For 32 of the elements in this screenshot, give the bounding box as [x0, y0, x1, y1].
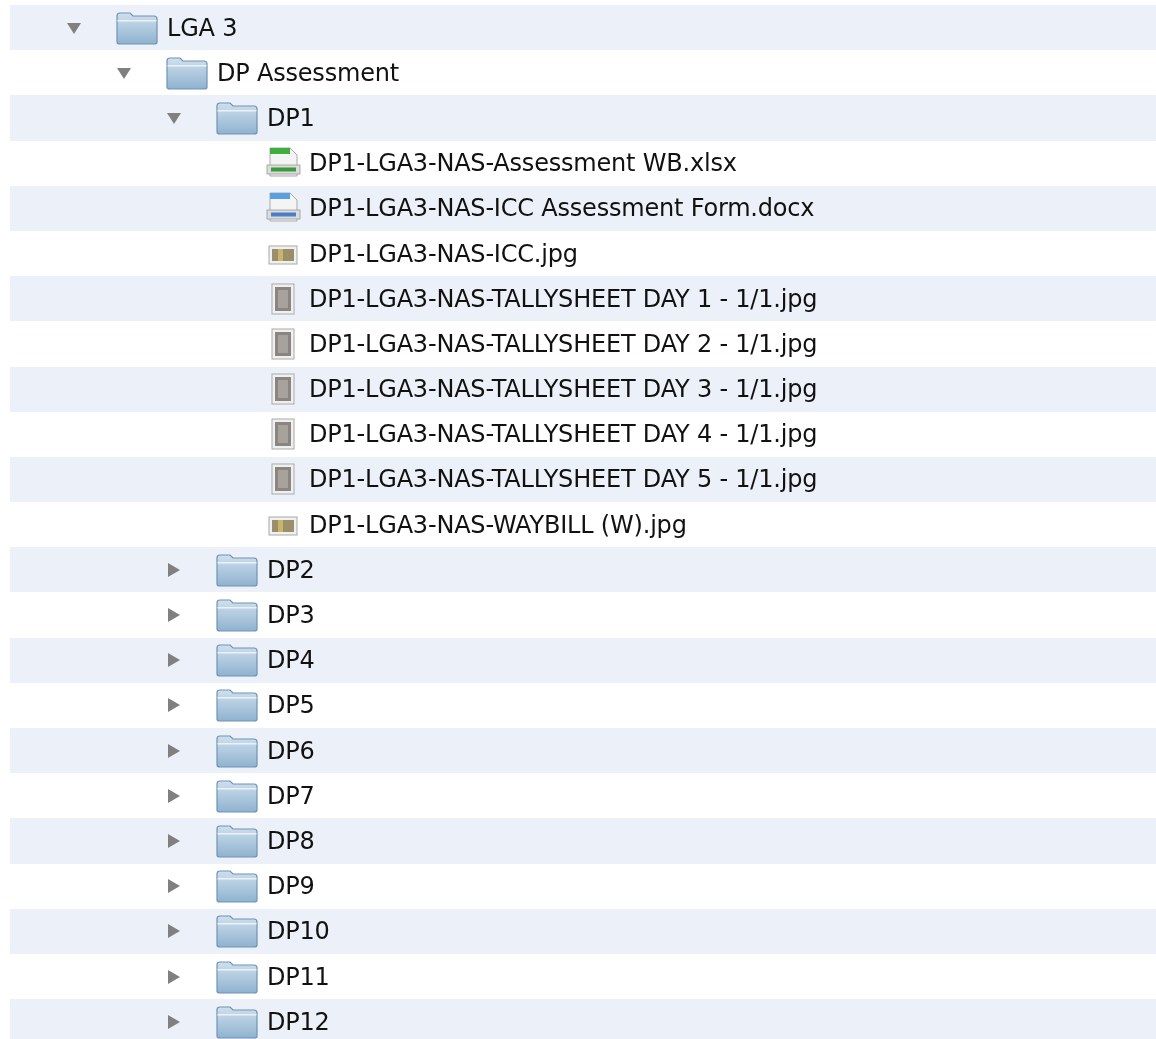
folder-name[interactable]: DP6 [267, 732, 315, 769]
folder-icon [215, 688, 259, 723]
folder-name[interactable]: DP3 [267, 597, 315, 634]
folder-icon [215, 823, 259, 858]
folder-icon [215, 552, 259, 587]
folder-name[interactable]: DP Assessment [217, 54, 399, 91]
file-name[interactable]: DP1-LGA3-NAS-WAYBILL (W).jpg [309, 506, 687, 543]
folder-icon [215, 598, 259, 633]
folder-name[interactable]: DP9 [267, 868, 315, 905]
folder-name[interactable]: DP4 [267, 642, 315, 679]
file-name[interactable]: DP1-LGA3-NAS-ICC.jpg [309, 235, 578, 272]
folder-icon [215, 869, 259, 904]
folder-icon [215, 778, 259, 813]
folder-icon [115, 10, 159, 45]
folder-name[interactable]: DP5 [267, 687, 315, 724]
folder-name[interactable]: DP2 [267, 551, 315, 588]
folder-name[interactable]: DP11 [267, 958, 330, 995]
folder-icon [215, 643, 259, 678]
folder-icon [215, 914, 259, 949]
file-name[interactable]: DP1-LGA3-NAS-TALLYSHEET DAY 2 - 1/1.jpg [309, 325, 818, 362]
folder-name[interactable]: DP12 [267, 1003, 330, 1039]
folder-name[interactable]: DP8 [267, 822, 315, 859]
file-name[interactable]: DP1-LGA3-NAS-Assessment WB.xlsx [309, 145, 737, 182]
folder-name[interactable]: DP1 [267, 99, 315, 136]
folder-icon [215, 733, 259, 768]
folder-name[interactable]: DP10 [267, 913, 330, 950]
folder-icon [165, 55, 209, 90]
folder-name[interactable]: LGA 3 [167, 9, 238, 46]
folder-name[interactable]: DP7 [267, 777, 315, 814]
file-name[interactable]: DP1-LGA3-NAS-TALLYSHEET DAY 4 - 1/1.jpg [309, 416, 818, 453]
folder-icon [215, 959, 259, 994]
folder-icon [215, 100, 259, 135]
